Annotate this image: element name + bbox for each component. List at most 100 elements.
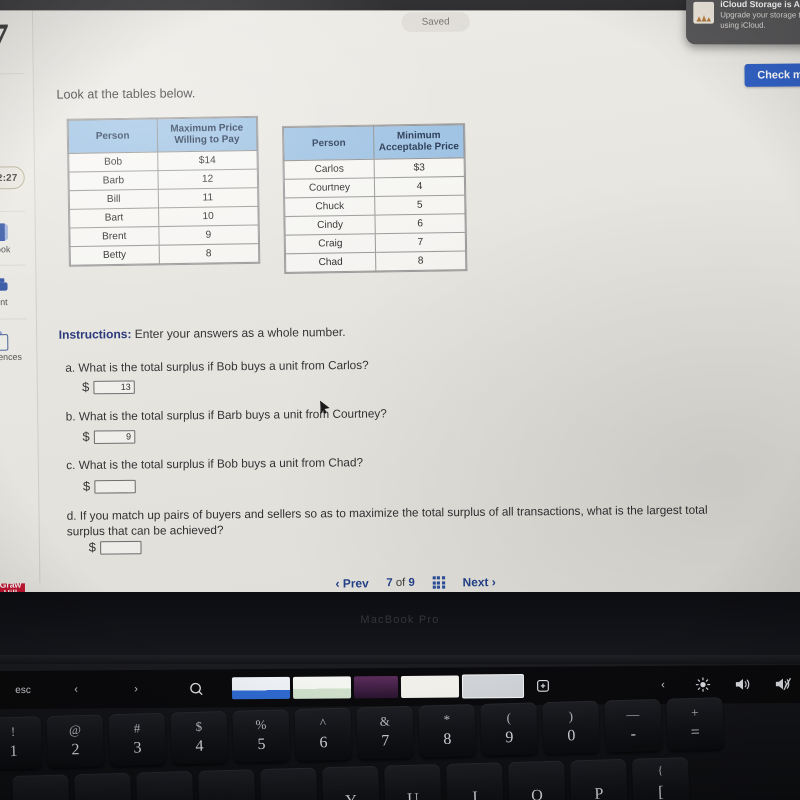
tab-thumbnail[interactable] (400, 675, 460, 698)
tool-rail: 7 ts 01:02:27 eBook Print References (0, 3, 41, 584)
key-upper: % (255, 716, 267, 733)
key-lower: 1 (9, 742, 18, 761)
answer-input-a[interactable] (93, 379, 135, 394)
answer-input-b[interactable] (93, 429, 136, 444)
chevron-left-icon: ‹ (335, 576, 340, 591)
icloud-notification[interactable]: iCloud Storage is Almost Upgrade your st… (686, 0, 800, 45)
key-lower (199, 795, 255, 797)
rail-item-label: References (0, 350, 22, 362)
key-9[interactable]: (9 (480, 702, 538, 756)
rail-item-print[interactable]: Print (0, 264, 27, 320)
column-header: Person (68, 118, 158, 154)
key-bracket-left[interactable]: {[ (632, 757, 690, 800)
question-c-text: c. What is the total surplus if Bob buys… (66, 456, 364, 473)
touchbar-back-button[interactable]: ‹ (46, 675, 106, 703)
answer-input-c[interactable] (94, 479, 136, 494)
key-o[interactable]: O (508, 760, 566, 800)
key-6[interactable]: ^ 6 (294, 707, 352, 762)
key-2[interactable]: @2 (46, 714, 105, 768)
key-7[interactable]: & 7 (356, 705, 414, 760)
key-lower: 0 (567, 727, 576, 745)
answer-input-d[interactable] (100, 540, 142, 555)
key-w[interactable] (74, 772, 132, 800)
prev-label: Prev (342, 577, 369, 591)
cell-person: Barb (68, 170, 158, 191)
question-a-answer: $ (82, 379, 135, 394)
key-upper: { (657, 764, 664, 777)
key-minus[interactable]: — - (604, 698, 662, 753)
column-header: Maximum Price Willing to Pay (156, 117, 258, 152)
next-label: Next (462, 576, 489, 590)
key-upper: ^ (319, 715, 327, 731)
cell-value: $14 (157, 150, 258, 171)
key-lower: 7 (381, 732, 390, 750)
touchbar-forward-button[interactable]: › (106, 675, 166, 703)
tab-overview-icon[interactable] (530, 672, 556, 700)
key-lower: U (407, 790, 420, 800)
key-p[interactable]: P (570, 758, 628, 800)
prev-button[interactable]: ‹ Prev (335, 576, 368, 591)
cell-person: Bart (69, 207, 159, 228)
book-icon (0, 222, 6, 241)
next-button[interactable]: Next › (463, 575, 496, 590)
volume-icon[interactable] (730, 670, 756, 698)
key-e[interactable] (136, 770, 194, 800)
rail-item-ebook[interactable]: eBook (0, 210, 26, 266)
key-q[interactable] (12, 774, 70, 800)
rail-item-label: eBook (0, 243, 11, 255)
key-lower: Y (323, 792, 379, 800)
dollar-sign: $ (88, 540, 97, 555)
page-of: of (395, 576, 406, 590)
key-lower: 6 (319, 734, 328, 752)
rail-item-label: Print (0, 296, 8, 307)
tab-thumbnail[interactable] (231, 676, 291, 700)
check-my-work-button[interactable]: Check my (744, 63, 800, 87)
rail-item-references[interactable]: References (0, 318, 28, 373)
key-t[interactable] (260, 767, 318, 800)
key-0[interactable]: ) 0 (542, 700, 600, 755)
key-8[interactable]: * 8 (418, 704, 476, 758)
chevron-right-icon: › (491, 574, 496, 590)
key-lower: [ (658, 783, 664, 800)
sellers-table: Person Minimum Acceptable Price Carlos $3… (281, 123, 468, 274)
question-a-text: a. What is the total surplus if Bob buys… (65, 359, 369, 375)
key-lower: 5 (257, 735, 266, 754)
key-upper: ! (10, 723, 16, 740)
cell-value: 8 (375, 250, 466, 271)
question-b-text: b. What is the total surplus if Barb buy… (65, 408, 387, 424)
instructions-text: Enter your answers as a whole number. (131, 325, 346, 342)
key-lower: 2 (71, 741, 80, 759)
key-i[interactable]: I (446, 762, 504, 800)
key-y[interactable]: Y (322, 765, 380, 800)
tab-thumbnail[interactable] (292, 676, 352, 699)
brightness-icon[interactable] (690, 671, 716, 699)
key-u[interactable]: U (384, 764, 442, 800)
key-r[interactable] (198, 769, 256, 800)
grid-view-icon[interactable] (432, 576, 446, 589)
key-1[interactable]: ! 1 (0, 716, 43, 770)
tab-thumbnail-active[interactable] (461, 674, 525, 699)
touchbar-esc-key[interactable]: esc (0, 676, 46, 704)
key-5[interactable]: % 5 (232, 709, 290, 763)
key-3[interactable]: #3 (108, 712, 166, 767)
question-c-answer: $ (83, 479, 136, 494)
key-upper: $ (195, 718, 203, 734)
printer-icon (0, 278, 7, 294)
key-4[interactable]: $4 (170, 710, 228, 765)
table-row: Chad 8 (285, 250, 466, 273)
key-lower: 3 (133, 739, 142, 757)
instructions-label: Instructions: (58, 327, 132, 342)
tab-thumbnail[interactable] (353, 676, 399, 699)
cell-value: 4 (374, 176, 465, 197)
cell-value: 6 (374, 213, 466, 234)
photos-icon (693, 1, 715, 24)
siri-icon[interactable]: ‹ (650, 671, 676, 699)
instructions: Instructions: Enter your answers as a wh… (59, 326, 346, 342)
search-icon[interactable] (166, 674, 226, 702)
key-equals[interactable]: + = (666, 697, 724, 751)
question-d-text: d. If you match up pairs of buyers and s… (66, 504, 708, 539)
touchbar-tab-thumbnails[interactable] (231, 674, 525, 700)
cell-person: Craig (285, 233, 376, 254)
buyers-table: Person Maximum Price Willing to Pay Bob $… (66, 115, 261, 267)
mute-icon[interactable] (770, 670, 796, 698)
